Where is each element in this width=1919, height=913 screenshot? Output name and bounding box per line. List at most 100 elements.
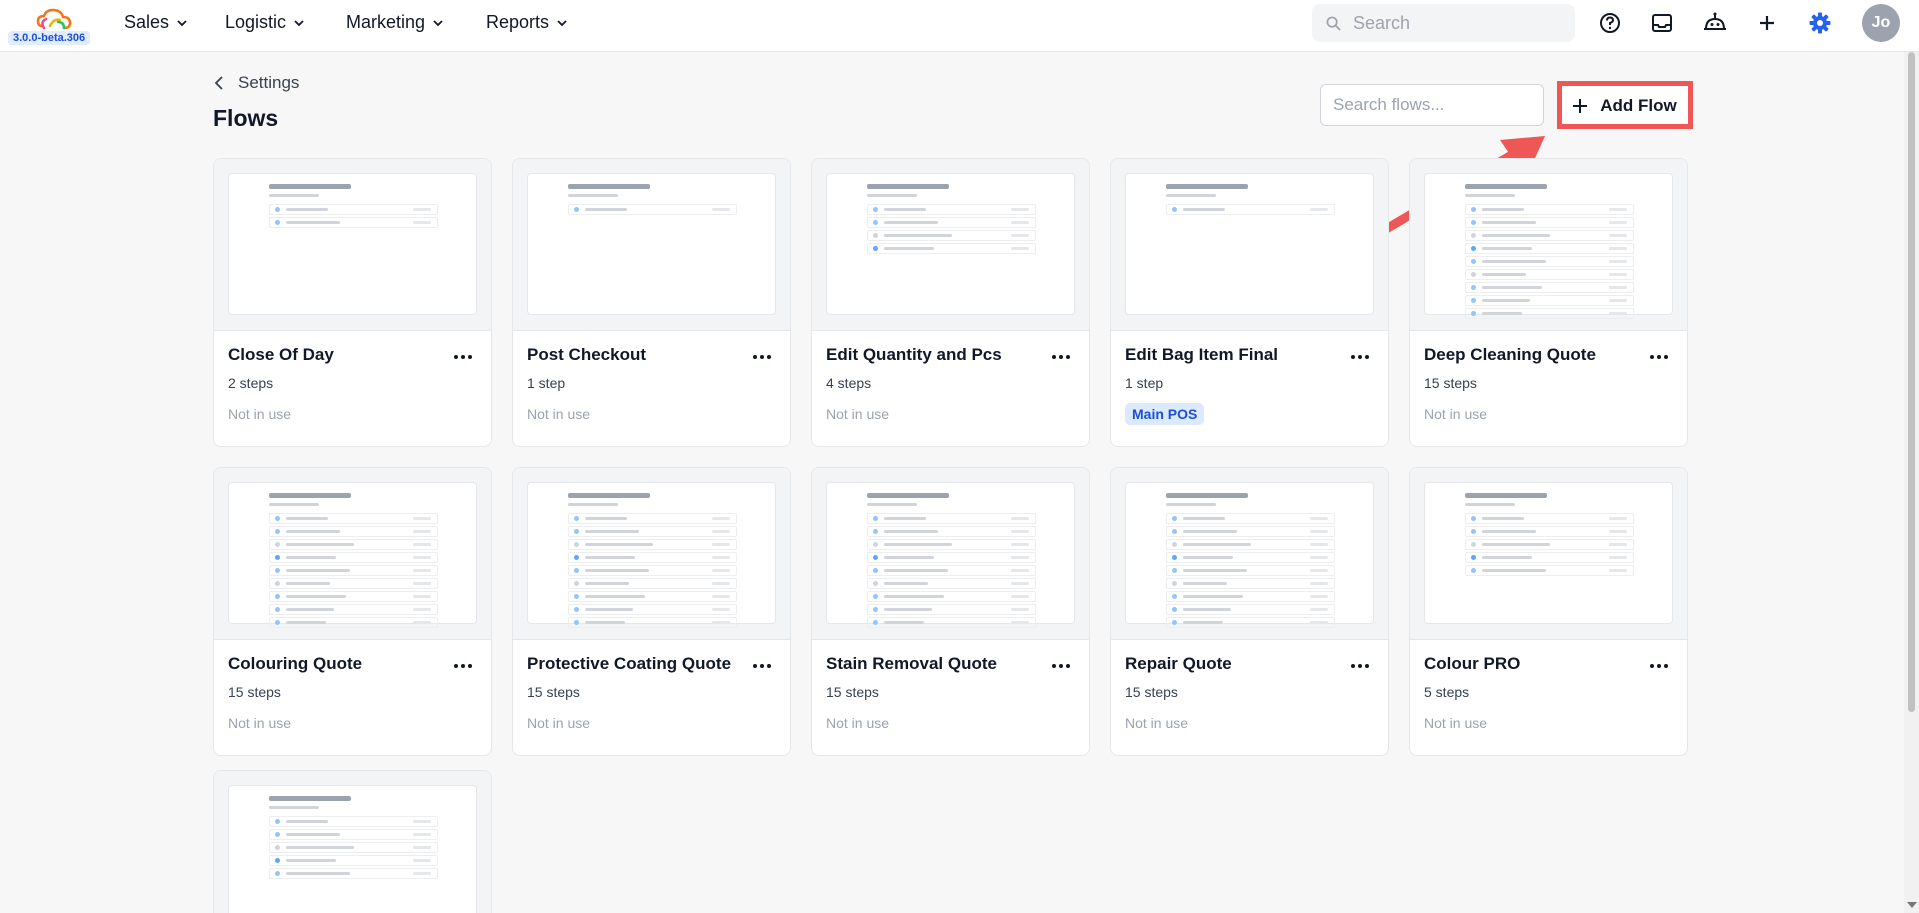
preview-step-bar bbox=[884, 208, 926, 211]
preview-step-dot bbox=[1471, 272, 1476, 277]
preview-step-dot bbox=[574, 555, 579, 560]
inbox-button[interactable] bbox=[1649, 10, 1675, 36]
more-options-icon[interactable] bbox=[450, 347, 476, 367]
more-options-icon[interactable] bbox=[1347, 347, 1373, 367]
page-title: Flows bbox=[213, 105, 279, 131]
user-avatar[interactable]: Jo bbox=[1862, 4, 1900, 42]
preview-step-end bbox=[1011, 208, 1029, 211]
preview-subtitle-bar bbox=[1166, 503, 1216, 506]
preview-step-bar bbox=[1482, 221, 1536, 224]
preview-step-dot bbox=[574, 516, 579, 521]
preview-title-bar bbox=[1166, 493, 1248, 498]
nav-logistic-menu[interactable]: Logistic bbox=[225, 12, 304, 33]
flow-card[interactable]: Colouring Quote 15 steps Not in use bbox=[213, 467, 492, 756]
preview-step-end bbox=[712, 608, 730, 611]
app-logo-icon[interactable] bbox=[36, 8, 72, 32]
preview-step-dot bbox=[1172, 620, 1177, 625]
breadcrumb-back-settings[interactable]: Settings bbox=[214, 73, 299, 93]
preview-step-bar bbox=[884, 543, 952, 546]
page-scrollbar[interactable] bbox=[1904, 52, 1919, 913]
preview-step-row bbox=[568, 513, 737, 524]
nav-reports-menu[interactable]: Reports bbox=[486, 12, 567, 33]
more-options-icon[interactable] bbox=[1347, 656, 1373, 676]
scrollbar-thumb[interactable] bbox=[1908, 52, 1915, 712]
preview-step-row bbox=[269, 829, 438, 840]
preview-step-bar bbox=[585, 595, 645, 598]
flow-card[interactable]: Colour PRO 5 steps Not in use bbox=[1409, 467, 1688, 756]
preview-step-end bbox=[1011, 569, 1029, 572]
flow-preview bbox=[812, 468, 1089, 640]
flow-card[interactable]: Edit Quantity and Pcs 4 steps Not in use bbox=[811, 158, 1090, 447]
preview-step-dot bbox=[1471, 246, 1476, 251]
more-options-icon[interactable] bbox=[1048, 347, 1074, 367]
global-search-input[interactable]: Search bbox=[1312, 4, 1575, 42]
more-options-icon[interactable] bbox=[749, 656, 775, 676]
flow-preview bbox=[513, 159, 790, 331]
preview-step-dot bbox=[275, 516, 280, 521]
preview-step-bar bbox=[1183, 530, 1237, 533]
more-options-icon[interactable] bbox=[450, 656, 476, 676]
more-options-icon[interactable] bbox=[1048, 656, 1074, 676]
chevron-down-icon bbox=[177, 19, 187, 26]
global-search-placeholder: Search bbox=[1353, 12, 1411, 33]
search-icon bbox=[1326, 16, 1341, 31]
flow-card[interactable]: Close Of Day 2 steps Not in use bbox=[213, 158, 492, 447]
top-navigation-bar: 3.0.0-beta.306 Sales Logistic Marketing … bbox=[0, 0, 1919, 52]
preview-step-dot bbox=[574, 607, 579, 612]
preview-step-dot bbox=[1172, 594, 1177, 599]
preview-title-bar bbox=[1465, 184, 1547, 189]
more-options-icon[interactable] bbox=[1646, 656, 1672, 676]
assistant-bot-button[interactable] bbox=[1702, 10, 1728, 36]
preview-subtitle-bar bbox=[1166, 194, 1216, 197]
chevron-down-icon bbox=[433, 19, 443, 26]
flow-preview bbox=[214, 771, 491, 913]
flow-preview bbox=[513, 468, 790, 640]
flow-preview-thumbnail bbox=[826, 482, 1075, 628]
inbox-icon bbox=[1652, 14, 1672, 32]
settings-button[interactable] bbox=[1807, 10, 1833, 36]
flow-card[interactable]: Edit Bag Item Final 1 step Main POS bbox=[1110, 158, 1389, 447]
flow-card[interactable]: Deep Cleaning Quote 15 steps Not in use bbox=[1409, 158, 1688, 447]
create-new-button[interactable] bbox=[1754, 10, 1780, 36]
preview-step-dot bbox=[275, 581, 280, 586]
preview-subtitle-bar bbox=[269, 806, 319, 809]
preview-step-row bbox=[568, 539, 737, 550]
flow-card[interactable]: Repair Quote 15 steps Not in use bbox=[1110, 467, 1389, 756]
preview-step-bar bbox=[286, 595, 346, 598]
flow-card[interactable]: Stain Removal Quote 15 steps Not in use bbox=[811, 467, 1090, 756]
add-flow-label: Add Flow bbox=[1600, 95, 1677, 115]
preview-step-bar bbox=[1183, 569, 1247, 572]
add-flow-button[interactable]: Add Flow bbox=[1557, 84, 1692, 127]
nav-sales-menu[interactable]: Sales bbox=[124, 12, 187, 33]
preview-step-row bbox=[269, 604, 438, 615]
preview-step-end bbox=[712, 595, 730, 598]
preview-step-row bbox=[568, 552, 737, 563]
preview-step-bar bbox=[585, 556, 635, 559]
more-options-icon[interactable] bbox=[1646, 347, 1672, 367]
preview-step-end bbox=[1310, 556, 1328, 559]
help-button[interactable] bbox=[1597, 10, 1623, 36]
preview-step-dot bbox=[1471, 233, 1476, 238]
preview-step-end bbox=[1310, 569, 1328, 572]
flow-card[interactable]: Protective Coating Quote 15 steps Not in u… bbox=[512, 467, 791, 756]
preview-step-bar bbox=[286, 530, 340, 533]
preview-step-end bbox=[1011, 247, 1029, 250]
preview-step-bar bbox=[286, 859, 336, 862]
preview-title-bar bbox=[269, 796, 351, 801]
flow-card[interactable]: Post Checkout 1 step Not in use bbox=[512, 158, 791, 447]
plus-icon bbox=[1760, 16, 1774, 30]
preview-step-bar bbox=[884, 221, 938, 224]
preview-step-row bbox=[269, 513, 438, 524]
search-flows-input[interactable] bbox=[1320, 84, 1544, 126]
nav-marketing-menu[interactable]: Marketing bbox=[346, 12, 443, 33]
scroll-down-arrow-icon[interactable] bbox=[1907, 902, 1917, 908]
preview-step-bar bbox=[286, 608, 334, 611]
preview-step-dot bbox=[574, 581, 579, 586]
preview-step-row bbox=[1465, 269, 1634, 280]
preview-step-end bbox=[1310, 543, 1328, 546]
preview-step-dot bbox=[1471, 220, 1476, 225]
preview-step-end bbox=[712, 530, 730, 533]
preview-step-dot bbox=[1471, 285, 1476, 290]
flow-card[interactable] bbox=[213, 770, 492, 913]
more-options-icon[interactable] bbox=[749, 347, 775, 367]
